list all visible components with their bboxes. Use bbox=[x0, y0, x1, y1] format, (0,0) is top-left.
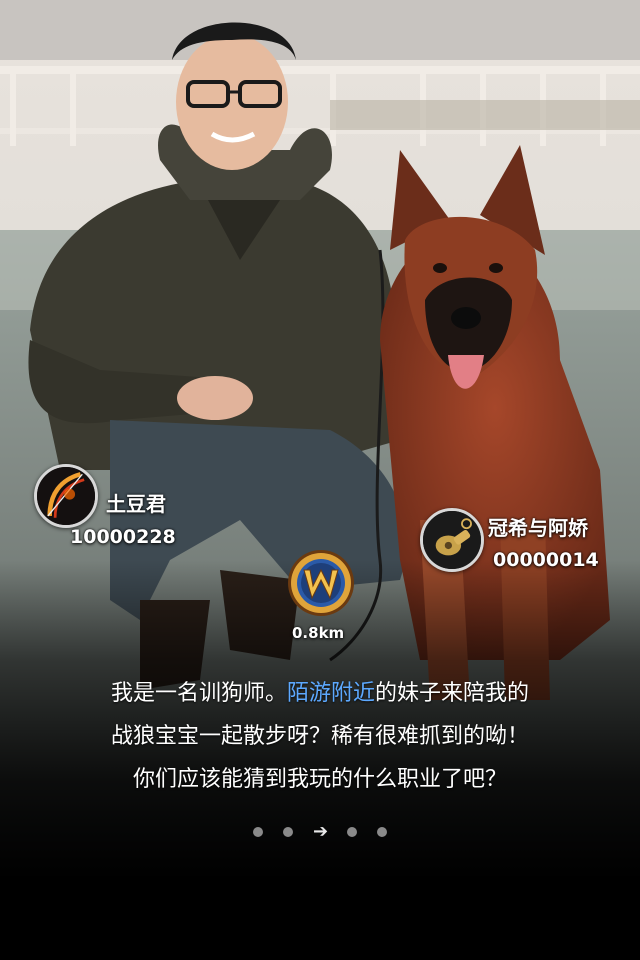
current-page-arrow-icon[interactable]: ➔ bbox=[313, 823, 328, 841]
caption-line-1: 我是一名训狗师。陌游附近的妹子来陪我的 bbox=[0, 672, 640, 715]
caption-text: 我是一名训狗师。 bbox=[110, 681, 287, 706]
user-avatar-1[interactable] bbox=[34, 464, 98, 528]
screen: 土豆君 10000228 冠希与阿娇 00000014 0.8km 我是一名训狗… bbox=[0, 0, 640, 960]
page-dot[interactable] bbox=[377, 827, 387, 837]
page-dot[interactable] bbox=[347, 827, 357, 837]
user-name-1: 土豆君 bbox=[106, 492, 166, 516]
caption-line-3: 你们应该能猜到我玩的什么职业了吧？ bbox=[132, 767, 507, 792]
user-id-2: 00000014 bbox=[493, 549, 599, 571]
page-indicator: ➔ bbox=[0, 822, 640, 842]
post-caption: 我是一名训狗师。陌游附近的妹子来陪我的 战狼宝宝一起散步呀？稀有很难抓到的呦！ … bbox=[0, 672, 640, 801]
page-dot[interactable] bbox=[283, 827, 293, 837]
user-name-2: 冠希与阿娇 bbox=[488, 516, 588, 540]
whistle-icon bbox=[423, 511, 481, 569]
nearby-link[interactable]: 陌游附近 bbox=[287, 681, 375, 706]
game-badge[interactable] bbox=[286, 548, 356, 618]
page-dot[interactable] bbox=[253, 827, 263, 837]
caption-text: 的妹子来陪我的 bbox=[375, 681, 530, 706]
distance-label: 0.8km bbox=[292, 624, 345, 642]
bow-icon bbox=[37, 467, 95, 525]
caption-line-2: 战狼宝宝一起散步呀？稀有很难抓到的呦！ bbox=[110, 724, 529, 749]
user-avatar-2[interactable] bbox=[420, 508, 484, 572]
warcraft-w-icon bbox=[288, 550, 354, 616]
user-id-1: 10000228 bbox=[70, 526, 176, 548]
